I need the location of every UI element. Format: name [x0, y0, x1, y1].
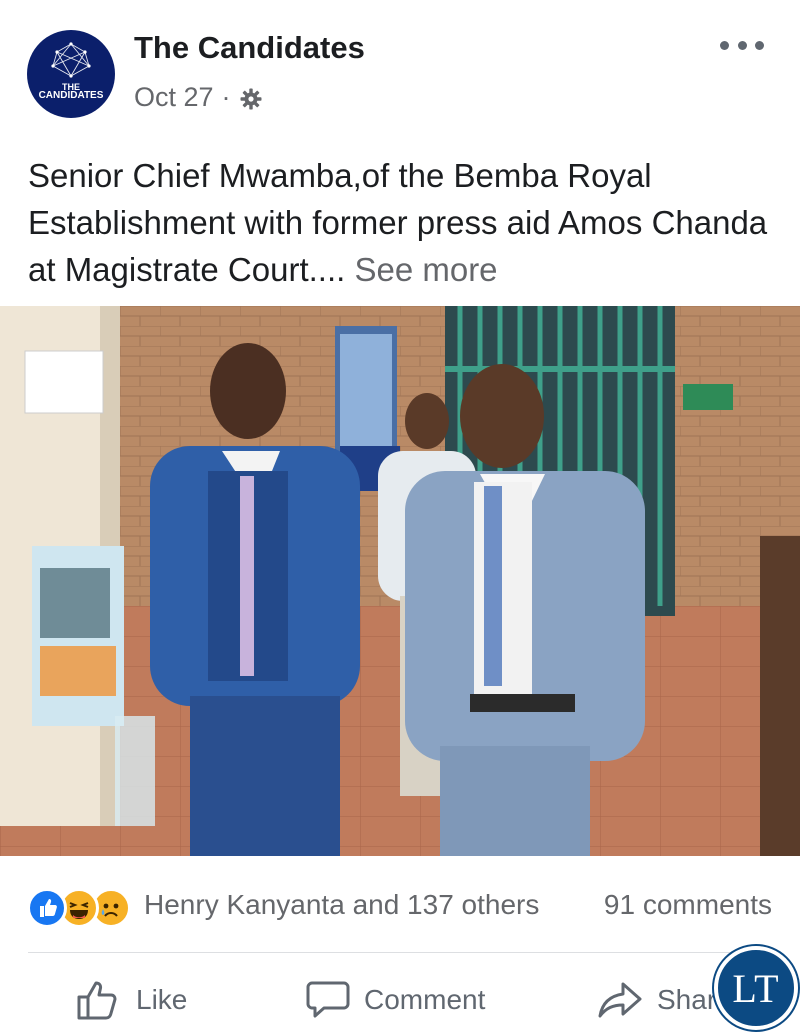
- share-button[interactable]: Shar: [597, 970, 716, 1030]
- more-dot-icon: [737, 40, 747, 50]
- reactions-bar: Henry Kanyanta and 137 others 91 comment…: [0, 876, 800, 936]
- page-avatar[interactable]: THE CANDIDATES: [27, 30, 115, 118]
- share-label: Shar: [657, 984, 717, 1015]
- avatar-text-line2: CANDIDATES: [38, 90, 104, 101]
- comment-count[interactable]: 91 comments: [604, 889, 772, 921]
- lt-watermark-logo: LT: [714, 946, 798, 1030]
- more-dot-icon: [755, 40, 764, 50]
- like-label: Like: [136, 984, 188, 1015]
- divider: [28, 952, 772, 953]
- thumbs-up-icon: [77, 981, 117, 1020]
- like-reaction-icon: [27, 888, 67, 928]
- comment-icon: [306, 981, 350, 1018]
- watermark-text: LT: [732, 965, 780, 1011]
- post-header: THE CANDIDATES The Candidates Oct 27 ·: [0, 0, 800, 130]
- post-meta: Oct 27 ·: [134, 82, 263, 113]
- reaction-icons[interactable]: [27, 888, 137, 928]
- post-photo[interactable]: [0, 306, 800, 856]
- photo-illustration: [0, 306, 800, 856]
- comment-label: Comment: [364, 984, 486, 1015]
- more-dot-icon: [720, 40, 729, 50]
- reaction-names[interactable]: Henry Kanyanta and 137 others: [144, 889, 539, 921]
- meta-separator: ·: [221, 82, 231, 112]
- post-date[interactable]: Oct 27: [134, 82, 214, 113]
- more-options-button[interactable]: [720, 30, 764, 60]
- share-arrow-icon: [598, 982, 642, 1018]
- see-more-link[interactable]: See more: [354, 251, 497, 288]
- page-name[interactable]: The Candidates: [134, 30, 365, 66]
- network-logo-icon: [51, 42, 91, 78]
- like-button[interactable]: Like: [76, 970, 187, 1030]
- action-bar: Like Comment Shar: [0, 970, 800, 1030]
- comment-button[interactable]: Comment: [306, 970, 485, 1030]
- gear-icon: [240, 88, 262, 109]
- post-text: Senior Chief Mwamba,of the Bemba Royal E…: [28, 152, 778, 293]
